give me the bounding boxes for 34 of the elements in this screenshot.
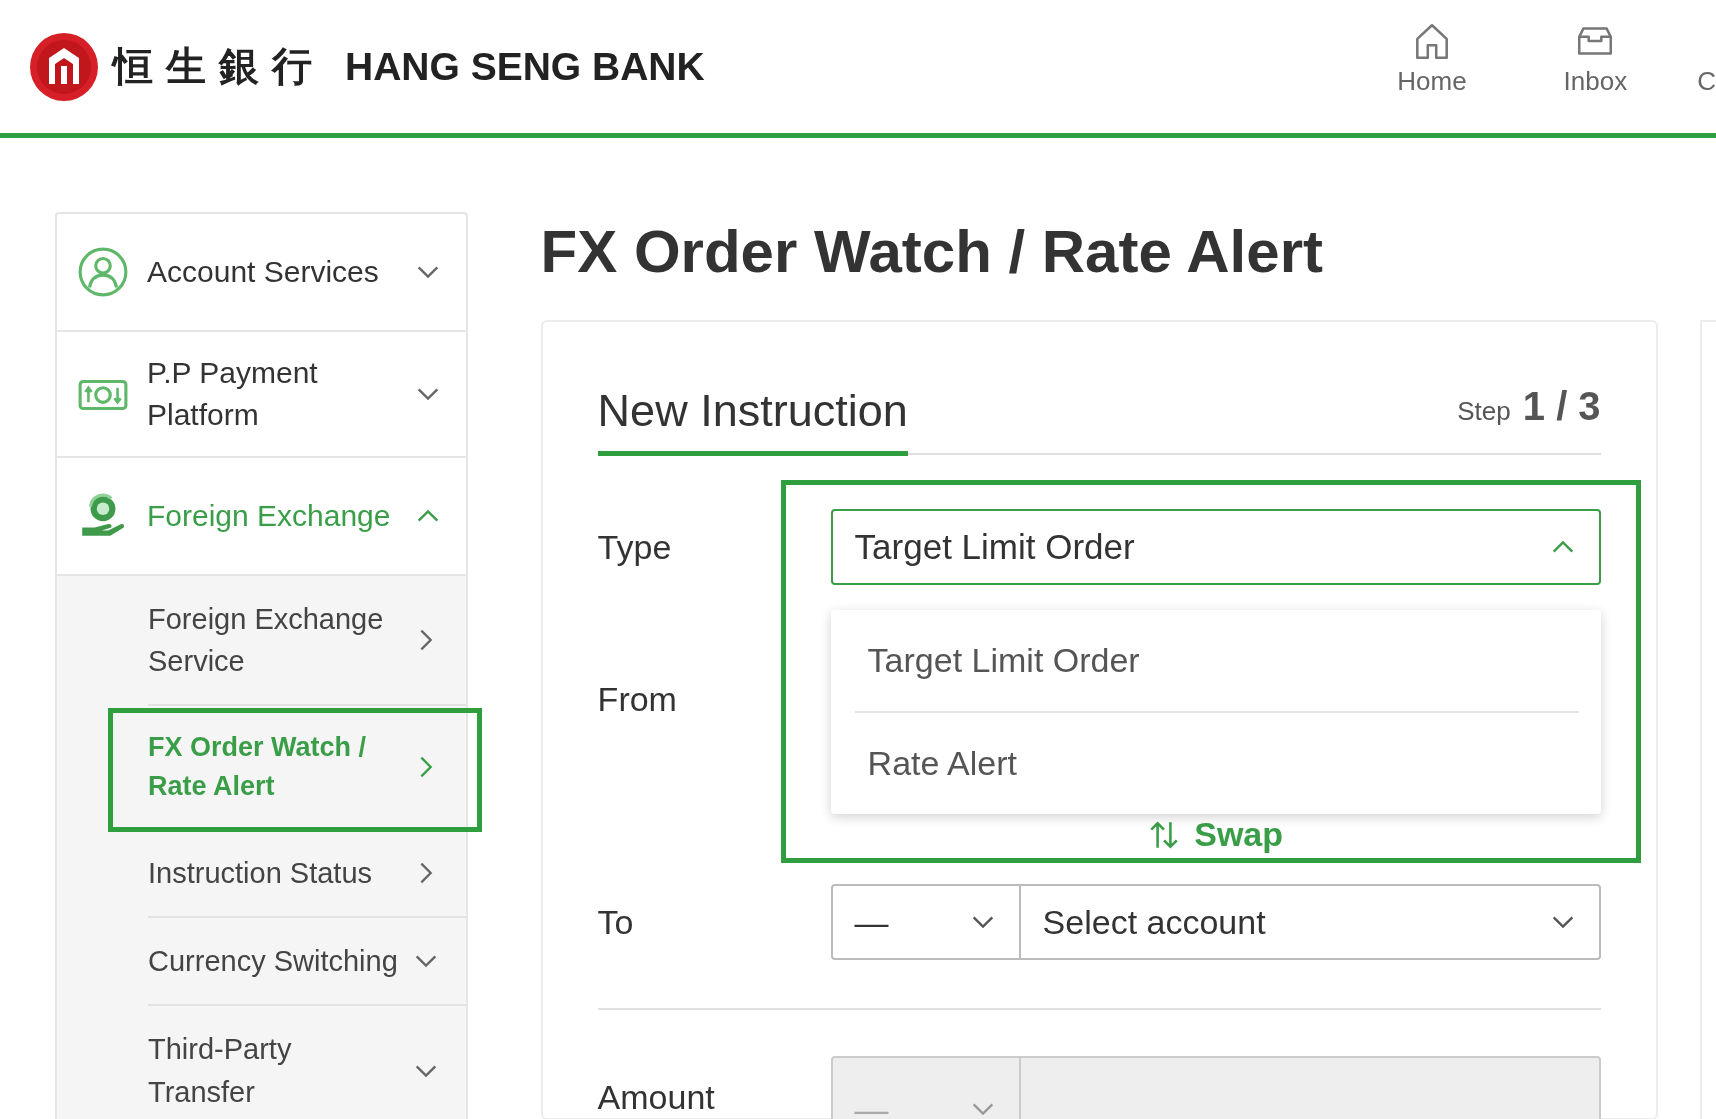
submenu-item[interactable]: Foreign Exchange Service bbox=[148, 576, 466, 707]
field-label: From bbox=[597, 679, 678, 719]
step-counter: 1 / 3 bbox=[1522, 384, 1601, 429]
sidebar-label: P.P Payment Platform bbox=[147, 355, 319, 433]
type-dropdown[interactable]: Target Limit Order bbox=[830, 509, 1601, 585]
submenu-item[interactable]: Instruction Status bbox=[148, 830, 466, 919]
sidebar-label: Account Services bbox=[147, 254, 380, 290]
field-label: Amount bbox=[597, 1077, 716, 1117]
submenu-label: Third-Party Transfer bbox=[148, 1032, 293, 1110]
field-label: To bbox=[597, 902, 635, 942]
tab[interactable]: New Instruction bbox=[597, 385, 908, 456]
dropdown-option[interactable]: Rate Alert bbox=[854, 711, 1579, 814]
step-label: Step bbox=[1457, 396, 1511, 427]
submenu-label: FX Order Watch / Rate Alert bbox=[148, 731, 368, 804]
page-title: FX Order Watch / Rate Alert bbox=[540, 217, 1324, 287]
currency-dropdown[interactable]: — bbox=[832, 886, 1021, 958]
submenu-label: Instruction Status bbox=[148, 856, 374, 892]
nav-link[interactable]: Home bbox=[1397, 66, 1467, 97]
nav-link[interactable]: Inbox bbox=[1563, 66, 1628, 97]
submenu-item[interactable]: Currency Switching bbox=[148, 918, 466, 1007]
submenu-label: Foreign Exchange Service bbox=[148, 602, 385, 680]
account-dropdown[interactable]: Select account bbox=[1020, 886, 1599, 958]
person-icon bbox=[77, 246, 129, 298]
nav-link[interactable]: C bbox=[1697, 66, 1716, 97]
sidebar-item[interactable]: P.P Payment Platform bbox=[57, 332, 466, 458]
field-label: Type bbox=[597, 527, 673, 567]
brand-chinese-name: 恒生銀行 bbox=[113, 41, 325, 91]
sidebar-label: Foreign Exchange bbox=[147, 498, 392, 534]
dropdown-option[interactable]: Target Limit Order bbox=[854, 610, 1579, 711]
bank-logo-icon bbox=[29, 31, 99, 102]
sidebar-item[interactable]: Account Services bbox=[57, 214, 466, 332]
brand-name: HANG SENG BANK bbox=[345, 44, 705, 89]
submenu-label: Currency Switching bbox=[148, 944, 399, 980]
submenu-item[interactable]: Third-Party Transfer bbox=[148, 1006, 466, 1119]
